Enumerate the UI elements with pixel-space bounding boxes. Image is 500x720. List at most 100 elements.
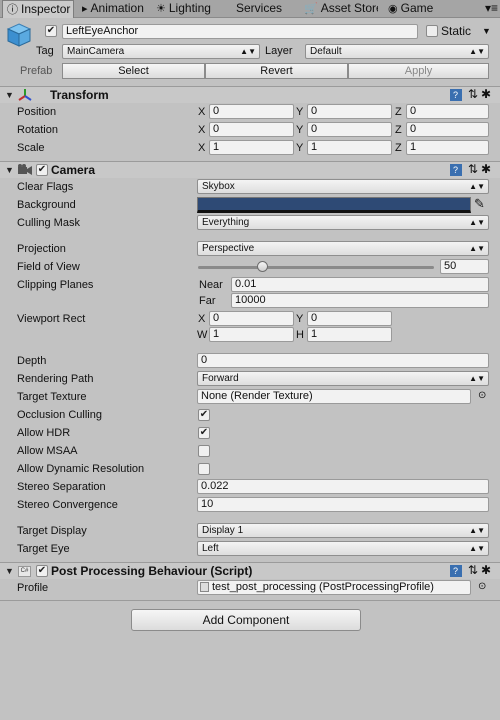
help-icon: ? (449, 565, 462, 577)
prefab-label: Prefab (20, 65, 53, 77)
depth-field[interactable]: 0 (197, 353, 489, 368)
component-header-icons[interactable]: ? ⇅✱ (449, 87, 494, 101)
fov-field[interactable]: 50 (440, 259, 489, 274)
camera-enabled-checkbox[interactable]: ✔ (36, 164, 48, 176)
camera-title: Camera (51, 163, 96, 177)
rendering-path-dropdown[interactable]: Forward ▲▼ (197, 371, 489, 386)
near-field[interactable]: 0.01 (231, 277, 489, 292)
game-icon: ◉ (388, 3, 398, 15)
help-icon: ? (449, 89, 462, 101)
position-z-field[interactable]: 0 (406, 104, 489, 119)
static-checkbox[interactable] (426, 25, 438, 37)
profile-field[interactable]: test_post_processing (PostProcessingProf… (197, 580, 471, 595)
chevron-down-icon: ▲▼ (240, 47, 256, 56)
vp-w-field[interactable]: 1 (209, 327, 294, 342)
scale-y-field[interactable]: 1 (307, 140, 392, 155)
scale-label: Scale (17, 142, 45, 154)
occlusion-culling-checkbox[interactable]: ✔ (198, 409, 210, 421)
clear-flags-dropdown[interactable]: Skybox ▲▼ (197, 179, 489, 194)
prefab-apply-button[interactable]: Apply (348, 63, 489, 79)
profile-label: Profile (17, 582, 49, 594)
tab-game[interactable]: ◉ Game (384, 0, 444, 18)
allow-hdr-label: Allow HDR (17, 427, 71, 439)
info-icon: ⓘ (7, 4, 18, 16)
rotation-label: Rotation (17, 124, 58, 136)
target-texture-field[interactable]: None (Render Texture) (197, 389, 471, 404)
allow-msaa-label: Allow MSAA (17, 445, 78, 457)
allow-dynamic-resolution-checkbox[interactable] (198, 463, 210, 475)
stereo-convergence-field[interactable]: 10 (197, 497, 489, 512)
tab-inspector[interactable]: ⓘ Inspector (2, 0, 74, 18)
vp-y-field[interactable]: 0 (307, 311, 392, 326)
settings-icon: ⇅ (467, 563, 481, 577)
camera-icon (17, 164, 33, 176)
scale-x-field[interactable]: 1 (209, 140, 294, 155)
layer-label: Layer (265, 45, 293, 57)
target-eye-dropdown[interactable]: Left ▲▼ (197, 541, 489, 556)
gameobject-active-checkbox[interactable]: ✔ (45, 25, 57, 37)
axis-z-label: Z (395, 106, 402, 118)
axis-y-label: Y (296, 106, 304, 118)
vp-h-field[interactable]: 1 (307, 327, 392, 342)
scale-z-field[interactable]: 1 (406, 140, 489, 155)
background-color-swatch[interactable] (197, 197, 471, 213)
target-display-dropdown[interactable]: Display 1 ▲▼ (197, 523, 489, 538)
tag-dropdown[interactable]: MainCamera ▲▼ (62, 44, 260, 59)
stereo-separation-label: Stereo Separation (17, 481, 106, 493)
axis-x-label: X (198, 142, 206, 154)
projection-dropdown[interactable]: Perspective ▲▼ (197, 241, 489, 256)
occlusion-culling-label: Occlusion Culling (17, 409, 102, 421)
fov-slider-track[interactable] (198, 266, 434, 269)
position-y-field[interactable]: 0 (307, 104, 392, 119)
eyedropper-icon[interactable]: ✎ (474, 197, 485, 211)
divider (0, 600, 500, 601)
static-dropdown-icon[interactable]: ▼ (482, 24, 491, 38)
position-x-field[interactable]: 0 (209, 104, 294, 119)
transform-icon (18, 88, 32, 102)
layer-dropdown[interactable]: Default ▲▼ (305, 44, 489, 59)
object-picker-icon[interactable]: ⊙ (478, 580, 486, 594)
rendering-path-label: Rendering Path (17, 373, 94, 385)
static-label: Static (441, 24, 472, 38)
vp-x-field[interactable]: 0 (209, 311, 294, 326)
settings-icon: ⇅ (467, 87, 481, 101)
allow-hdr-checkbox[interactable]: ✔ (198, 427, 210, 439)
stereo-separation-field[interactable]: 0.022 (197, 479, 489, 494)
far-label: Far (199, 295, 216, 307)
prefab-select-button[interactable]: Select (62, 63, 205, 79)
fov-slider-thumb[interactable] (256, 261, 268, 272)
culling-mask-dropdown[interactable]: Everything ▲▼ (197, 215, 489, 230)
axis-y-label: Y (296, 124, 304, 136)
prefab-revert-button[interactable]: Revert (205, 63, 348, 79)
tag-label: Tag (36, 45, 54, 57)
allow-msaa-checkbox[interactable] (198, 445, 210, 457)
fov-label: Field of View (17, 261, 80, 273)
rotation-y-field[interactable]: 0 (307, 122, 392, 137)
foldout-arrow-icon[interactable]: ▼ (5, 163, 14, 177)
stereo-convergence-label: Stereo Convergence (17, 499, 118, 511)
add-component-button[interactable]: Add Component (131, 609, 361, 631)
component-header-icons[interactable]: ? ⇅✱ (449, 563, 494, 577)
chevron-down-icon: ▲▼ (469, 526, 485, 535)
foldout-arrow-icon[interactable]: ▼ (5, 564, 14, 578)
foldout-arrow-icon[interactable]: ▼ (5, 88, 14, 102)
tab-asset-store[interactable]: 🛒 Asset Store (300, 0, 378, 18)
target-eye-label: Target Eye (17, 543, 70, 555)
chevron-down-icon: ▲▼ (469, 244, 485, 253)
far-field[interactable]: 10000 (231, 293, 489, 308)
gameobject-name-field[interactable]: LeftEyeAnchor (62, 24, 418, 39)
tab-animation[interactable]: ▸ Animation (78, 0, 150, 18)
script-icon: C# (18, 566, 31, 577)
axis-z-label: Z (395, 124, 402, 136)
tab-lighting[interactable]: ☀ Lighting (152, 0, 224, 18)
object-picker-icon[interactable]: ⊙ (478, 389, 486, 403)
post-processing-enabled-checkbox[interactable]: ✔ (36, 565, 48, 577)
position-label: Position (17, 106, 57, 118)
rotation-z-field[interactable]: 0 (406, 122, 489, 137)
tab-menu-icon[interactable]: ▾≡ (485, 0, 498, 17)
vp-x-label: X (198, 313, 206, 325)
tab-services[interactable]: Services (232, 0, 300, 18)
rotation-x-field[interactable]: 0 (209, 122, 294, 137)
component-header-icons[interactable]: ? ⇅✱ (449, 162, 494, 176)
post-processing-title: Post Processing Behaviour (Script) (51, 564, 253, 578)
